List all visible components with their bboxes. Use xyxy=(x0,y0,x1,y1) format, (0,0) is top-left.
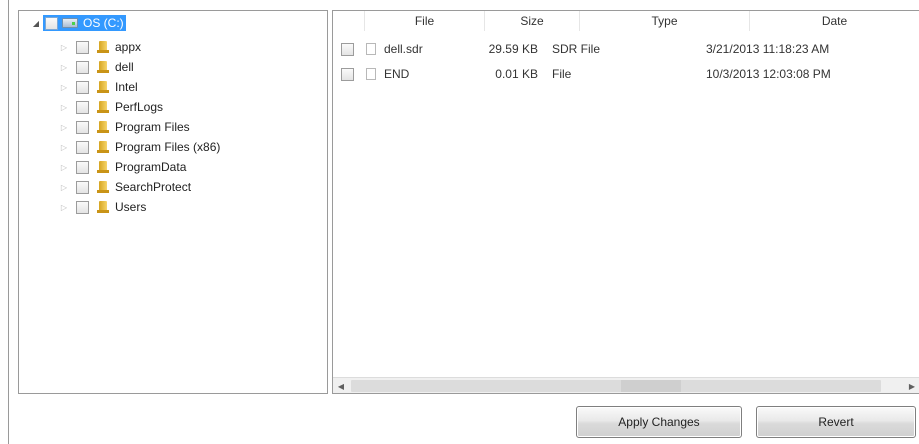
collapsed-triangle-icon[interactable]: ▷ xyxy=(59,122,69,132)
file-date: 3/21/2013 11:18:23 AM xyxy=(706,42,830,56)
horizontal-scrollbar[interactable]: ◀ ▶ xyxy=(333,377,919,393)
folder-checkbox[interactable] xyxy=(76,140,89,154)
file-list-header: File Size Type Date xyxy=(333,11,919,31)
tree-item-program-files-x86[interactable]: ▷ Program Files (x86) xyxy=(59,137,220,157)
folder-icon xyxy=(97,41,109,53)
collapsed-triangle-icon[interactable]: ▷ xyxy=(59,202,69,212)
file-selection-window: ◢ OS (C:) ▷ appx ▷ dell ▷ Intel ▷ PerfLo… xyxy=(0,0,919,444)
folder-checkbox[interactable] xyxy=(76,40,89,54)
tree-item-searchprotect[interactable]: ▷ SearchProtect xyxy=(59,177,220,197)
collapsed-triangle-icon[interactable]: ▷ xyxy=(59,102,69,112)
expand-triangle-icon[interactable]: ◢ xyxy=(31,18,41,28)
tree-item-appx[interactable]: ▷ appx xyxy=(59,37,220,57)
column-header-size[interactable]: Size xyxy=(485,11,580,31)
file-name: END xyxy=(384,67,410,81)
folder-label: dell xyxy=(115,60,134,74)
folder-icon xyxy=(97,141,109,153)
tree-item-dell[interactable]: ▷ dell xyxy=(59,57,220,77)
collapsed-triangle-icon[interactable]: ▷ xyxy=(59,142,69,152)
scrollbar-thumb[interactable] xyxy=(351,380,881,392)
folder-icon xyxy=(97,61,109,73)
tree-root-item[interactable]: ◢ OS (C:) xyxy=(31,14,126,32)
file-list-panel[interactable]: File Size Type Date dell.sdr 29.59 KB SD… xyxy=(332,10,919,394)
folder-label: PerfLogs xyxy=(115,100,164,114)
revert-button[interactable]: Revert xyxy=(756,406,916,438)
file-size: 0.01 KB xyxy=(495,67,538,81)
folder-checkbox[interactable] xyxy=(76,180,89,194)
folder-label: SearchProtect xyxy=(115,180,192,194)
folder-label: Program Files (x86) xyxy=(115,140,221,154)
tree-item-programdata[interactable]: ▷ ProgramData xyxy=(59,157,220,177)
folder-checkbox[interactable] xyxy=(76,120,89,134)
table-row[interactable]: dell.sdr 29.59 KB SDR File 3/21/2013 11:… xyxy=(333,39,919,59)
file-checkbox[interactable] xyxy=(341,42,354,56)
tree-root-selection[interactable]: OS (C:) xyxy=(43,15,126,31)
column-header-date[interactable]: Date xyxy=(750,11,919,31)
file-type: SDR File xyxy=(552,42,601,56)
scroll-left-arrow-icon[interactable]: ◀ xyxy=(333,378,349,393)
folder-icon xyxy=(97,161,109,173)
document-icon xyxy=(366,68,376,80)
folder-icon xyxy=(97,81,109,93)
column-header-file[interactable]: File xyxy=(365,11,485,31)
file-date: 10/3/2013 12:03:08 PM xyxy=(706,67,831,81)
folder-icon xyxy=(97,201,109,213)
root-label: OS (C:) xyxy=(83,16,124,30)
window-edge xyxy=(8,0,9,444)
folder-list: ▷ appx ▷ dell ▷ Intel ▷ PerfLogs ▷ Progr… xyxy=(59,37,220,217)
hard-drive-icon xyxy=(62,18,78,28)
tree-item-users[interactable]: ▷ Users xyxy=(59,197,220,217)
folder-checkbox[interactable] xyxy=(76,60,89,74)
file-name: dell.sdr xyxy=(384,42,423,56)
folder-tree-panel[interactable]: ◢ OS (C:) ▷ appx ▷ dell ▷ Intel ▷ PerfLo… xyxy=(18,10,328,394)
folder-label: appx xyxy=(115,40,142,54)
folder-checkbox[interactable] xyxy=(76,100,89,114)
tree-item-program-files[interactable]: ▷ Program Files xyxy=(59,117,220,137)
file-type: File xyxy=(552,67,572,81)
root-checkbox[interactable] xyxy=(45,16,58,30)
apply-changes-button[interactable]: Apply Changes xyxy=(576,406,742,438)
collapsed-triangle-icon[interactable]: ▷ xyxy=(59,62,69,72)
collapsed-triangle-icon[interactable]: ▷ xyxy=(59,42,69,52)
folder-checkbox[interactable] xyxy=(76,200,89,214)
collapsed-triangle-icon[interactable]: ▷ xyxy=(59,182,69,192)
file-checkbox[interactable] xyxy=(341,67,354,81)
folder-label: Intel xyxy=(115,80,138,94)
tree-item-intel[interactable]: ▷ Intel xyxy=(59,77,220,97)
collapsed-triangle-icon[interactable]: ▷ xyxy=(59,162,69,172)
folder-icon xyxy=(97,121,109,133)
table-row[interactable]: END 0.01 KB File 10/3/2013 12:03:08 PM xyxy=(333,64,919,84)
scroll-right-arrow-icon[interactable]: ▶ xyxy=(904,378,919,393)
folder-checkbox[interactable] xyxy=(76,80,89,94)
folder-label: Users xyxy=(115,200,147,214)
folder-checkbox[interactable] xyxy=(76,160,89,174)
document-icon xyxy=(366,43,376,55)
folder-label: Program Files xyxy=(115,120,190,134)
collapsed-triangle-icon[interactable]: ▷ xyxy=(59,82,69,92)
file-size: 29.59 KB xyxy=(488,42,538,56)
column-header-type[interactable]: Type xyxy=(580,11,750,31)
folder-label: ProgramData xyxy=(115,160,187,174)
header-checkbox-column xyxy=(333,11,365,31)
folder-icon xyxy=(97,181,109,193)
folder-icon xyxy=(97,101,109,113)
tree-item-perflogs[interactable]: ▷ PerfLogs xyxy=(59,97,220,117)
